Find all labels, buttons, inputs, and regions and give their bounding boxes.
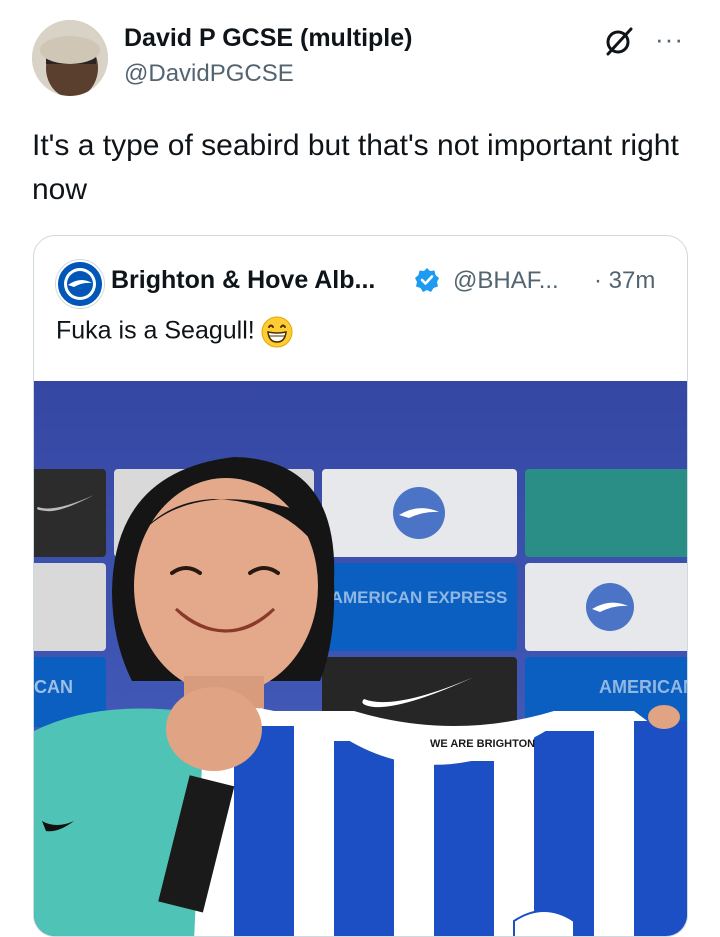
board-text-left: CAN [34, 677, 73, 697]
quoted-author-handle[interactable]: @BHAF... [453, 267, 559, 295]
quoted-post-photo[interactable]: AMERICAN EXPRESS AMERICAN CAN WE ARE BRI… [34, 381, 687, 936]
quoted-post-card[interactable]: Brighton & Hove Alb... @BHAF... · 37m Fu… [33, 235, 688, 937]
verified-badge-icon [415, 268, 439, 292]
grinning-emoji-icon [261, 316, 293, 348]
author-handle[interactable]: @DavidPGCSE [124, 60, 294, 88]
quoted-author-name[interactable]: Brighton & Hove Alb... [111, 266, 375, 295]
author-avatar[interactable] [32, 20, 108, 96]
shirt-label: WE ARE BRIGHTON [430, 738, 535, 750]
grok-icon[interactable] [604, 26, 634, 56]
quoted-timestamp[interactable]: · 37m [594, 267, 655, 295]
more-options-icon[interactable]: ··· [655, 24, 684, 55]
board-text-american: AMERICAN [599, 677, 687, 697]
board-text-amex: AMERICAN EXPRESS [331, 588, 508, 607]
author-name[interactable]: David P GCSE (multiple) [124, 24, 412, 53]
brighton-logo-icon [56, 260, 104, 308]
quoted-post-text: Fuka is a Seagull! [56, 316, 255, 345]
post-text: It's a type of seabird but that's not im… [32, 129, 679, 206]
quoted-post-text-row: Fuka is a Seagull! [56, 316, 293, 348]
